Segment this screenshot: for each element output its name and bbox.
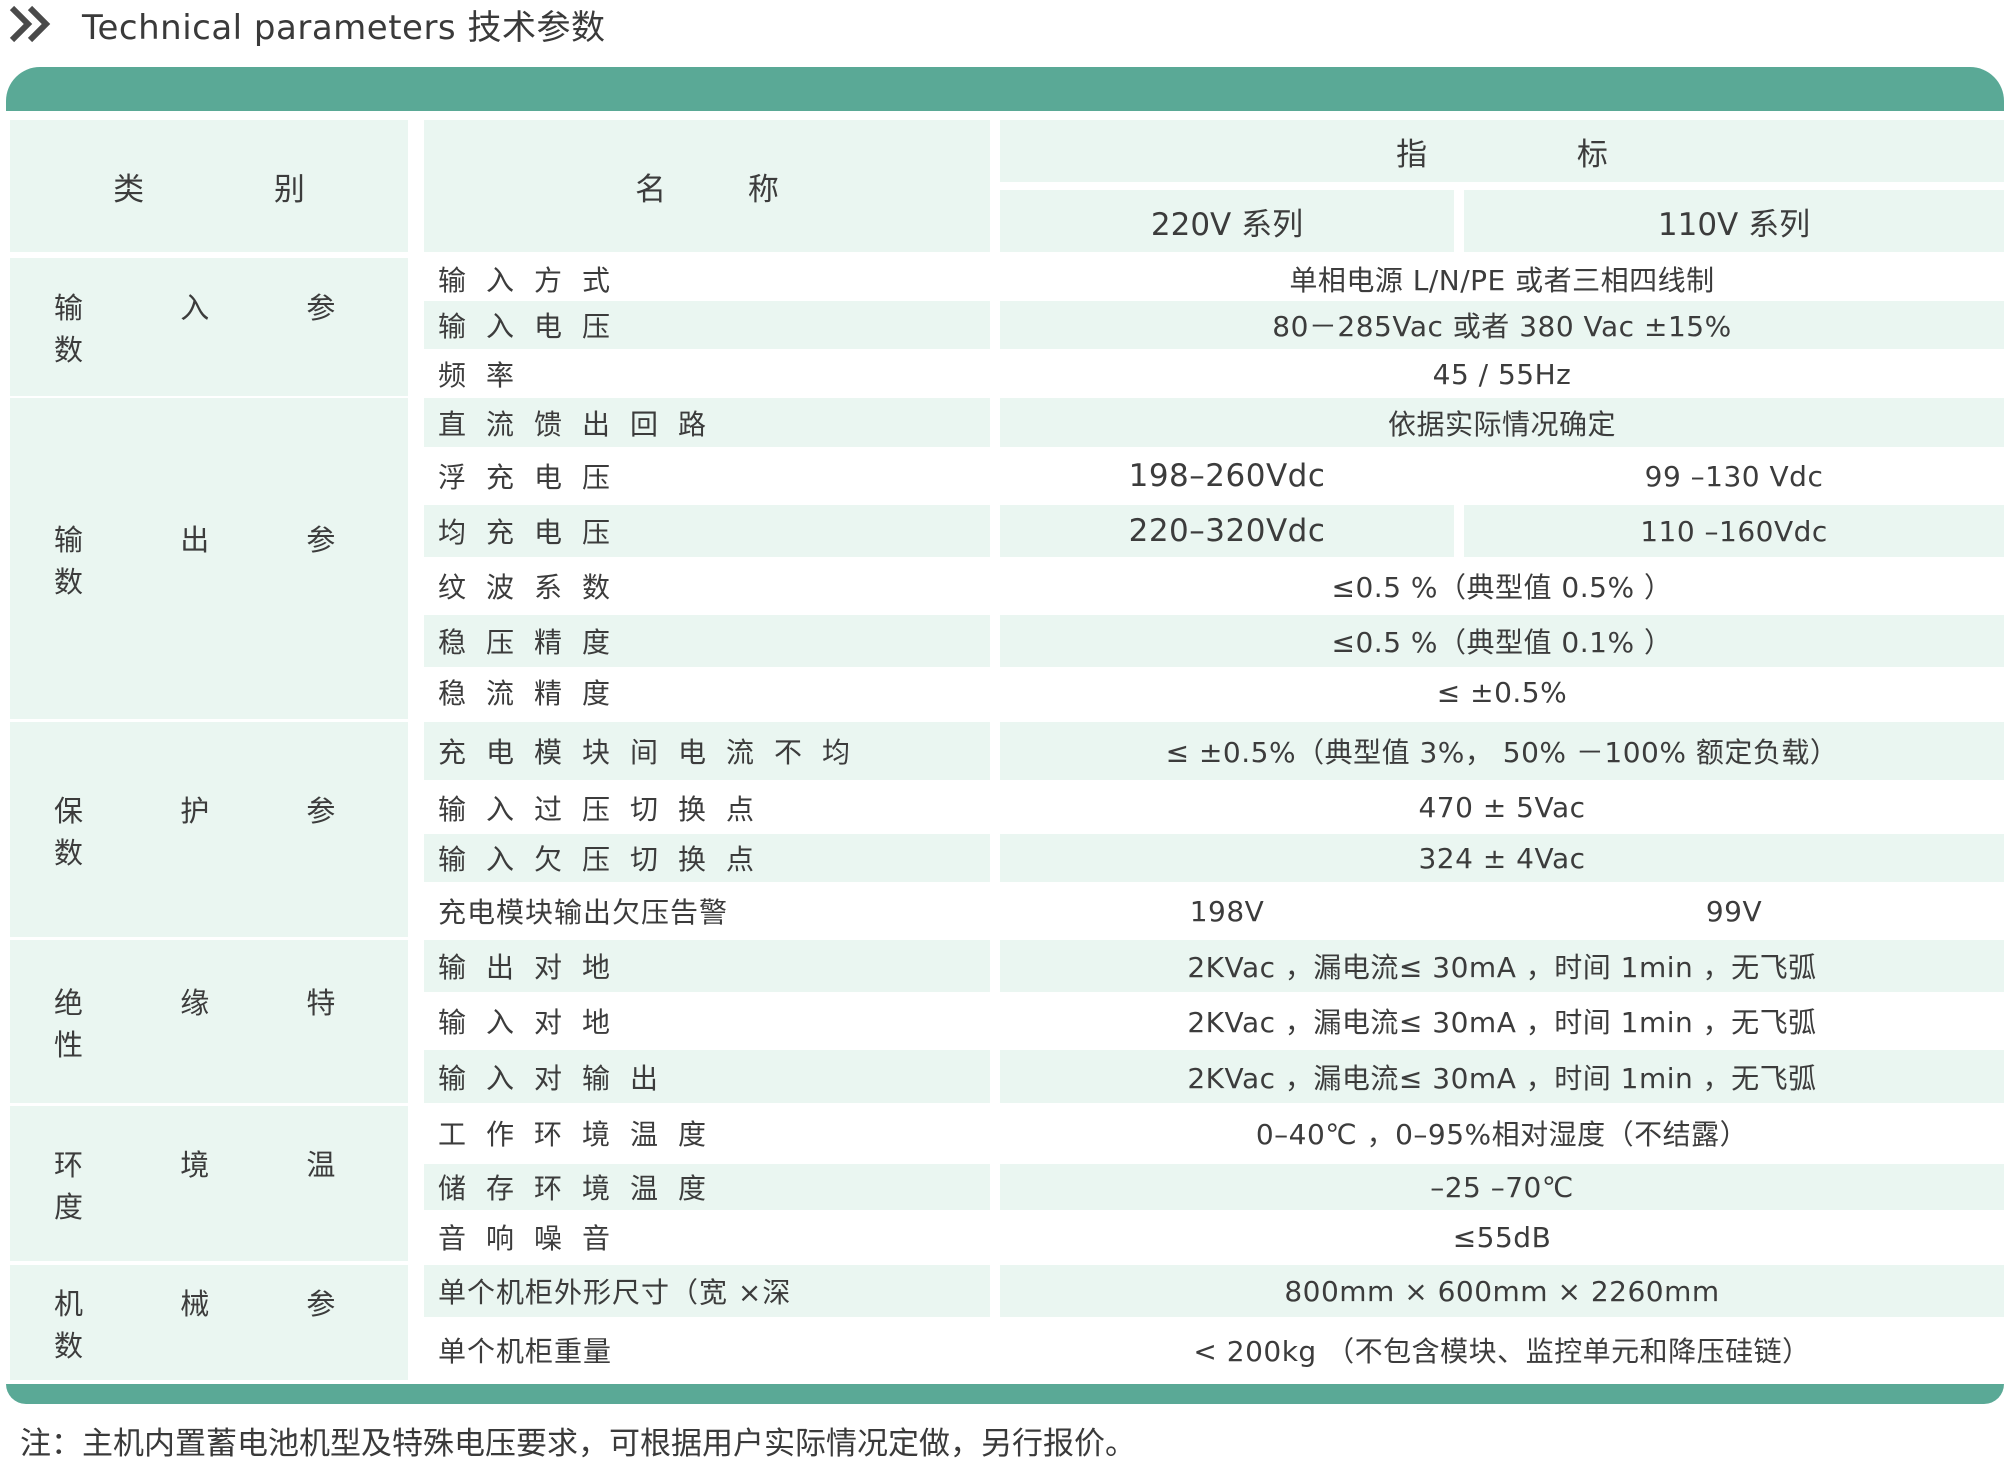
row-name: 纹波系数 [438, 571, 631, 604]
row-value: ≤55dB [1452, 1220, 1552, 1254]
row-value-220v: 198V [1189, 894, 1265, 928]
page-title: Technical parameters 技术参数 [82, 7, 606, 48]
row-name: 单个机柜重量 [438, 1335, 613, 1368]
row-value-110v: 110 –160Vdc [1464, 505, 2004, 557]
row-value: 单相电源 L/N/PE 或者三相四线制 [1289, 264, 1715, 297]
table-bottom-bar [6, 1384, 2004, 1404]
header-220v-series: 220V 系列 [1000, 190, 1454, 252]
category-output: 输 出 参 数 [10, 398, 408, 719]
row-name: 音响噪音 [438, 1222, 631, 1255]
section-title-bar: Technical parameters 技术参数 [0, 0, 605, 48]
row-value: 2KVac ，漏电流≤ 30mA ，时间 1min ，无飞弧 [1000, 1050, 2004, 1103]
row-value: 2KVac ，漏电流≤ 30mA ，时间 1min ，无飞弧 [1000, 940, 2004, 992]
row-name: 输出对地 [424, 940, 990, 992]
row-value: ≤ ±0.5%（典型值 3%， 50% －100% 额定负载） [1000, 722, 2004, 780]
row-value: 0–40℃ ，0–95%相对湿度（不结露） [1255, 1118, 1749, 1151]
row-value: 80－285Vac 或者 380 Vac ±15% [1000, 301, 2004, 349]
row-name: 直流馈出回路 [424, 398, 990, 447]
row-value-110v: 99V [1705, 894, 1763, 928]
category-input: 输 入 参 数 [10, 258, 408, 396]
row-value: ≤0.5 %（典型值 0.5% ） [1331, 571, 1673, 604]
footnote: 注：主机内置蓄电池机型及特殊电压要求，可根据用户实际情况定做，另行报价。 [20, 1426, 1136, 1462]
row-name: 频率 [438, 359, 535, 392]
header-name: 名 称 [424, 120, 990, 252]
row-value: –25 –70℃ [1000, 1164, 2004, 1210]
row-value-110v: 99 –130 Vdc [1644, 459, 1824, 493]
row-name: 稳流精度 [438, 677, 631, 710]
row-name: 稳压精度 [424, 615, 990, 667]
row-value-220v: 220–320Vdc [1000, 505, 1454, 557]
row-value: 800mm × 600mm × 2260mm [1000, 1265, 2004, 1317]
row-value: 2KVac ，漏电流≤ 30mA ，时间 1min ，无飞弧 [1187, 1006, 1817, 1039]
row-name: 充电模块输出欠压告警 [438, 896, 729, 929]
category-environment: 环 境 温 度 [10, 1106, 408, 1261]
row-name: 充电模块间电流不均 [424, 722, 990, 780]
row-name: 输入方式 [438, 264, 631, 297]
row-name: 输入欠压切换点 [424, 834, 990, 882]
header-110v-series: 110V 系列 [1464, 190, 2004, 252]
row-name: 储存环境温度 [424, 1164, 990, 1210]
row-name: 输入对输出 [424, 1050, 990, 1103]
row-value: 324 ± 4Vac [1000, 834, 2004, 882]
row-name: 输入电压 [424, 301, 990, 349]
row-name: 单个机柜外形尺寸（宽 ×深 [424, 1265, 990, 1317]
row-name: 浮充电压 [438, 461, 631, 494]
header-indicator: 指 标 [1000, 120, 2004, 182]
row-value: ≤ ±0.5% [1436, 675, 1568, 709]
row-name: 输入对地 [438, 1006, 631, 1039]
category-insulation: 绝 缘 特 性 [10, 940, 408, 1103]
row-value: < 200kg （不包含模块、监控单元和降压硅链） [1193, 1335, 1811, 1368]
header-category: 类 别 [10, 120, 408, 252]
row-value: 依据实际情况确定 [1000, 398, 2004, 447]
row-value: 470 ± 5Vac [1418, 791, 1586, 824]
double-chevron-right-icon [9, 5, 51, 43]
row-name: 均充电压 [424, 505, 990, 557]
row-name: 工作环境温度 [438, 1118, 727, 1151]
row-value: 45 / 55Hz [1432, 357, 1572, 391]
table-top-bar [6, 67, 2004, 111]
category-protection: 保 护 参 数 [10, 722, 408, 937]
row-name: 输入过压切换点 [438, 792, 775, 826]
row-value-220v: 198–260Vdc [1128, 458, 1326, 494]
category-mechanical: 机 械 参 数 [10, 1265, 408, 1380]
row-value: ≤0.5 %（典型值 0.1% ） [1000, 615, 2004, 667]
